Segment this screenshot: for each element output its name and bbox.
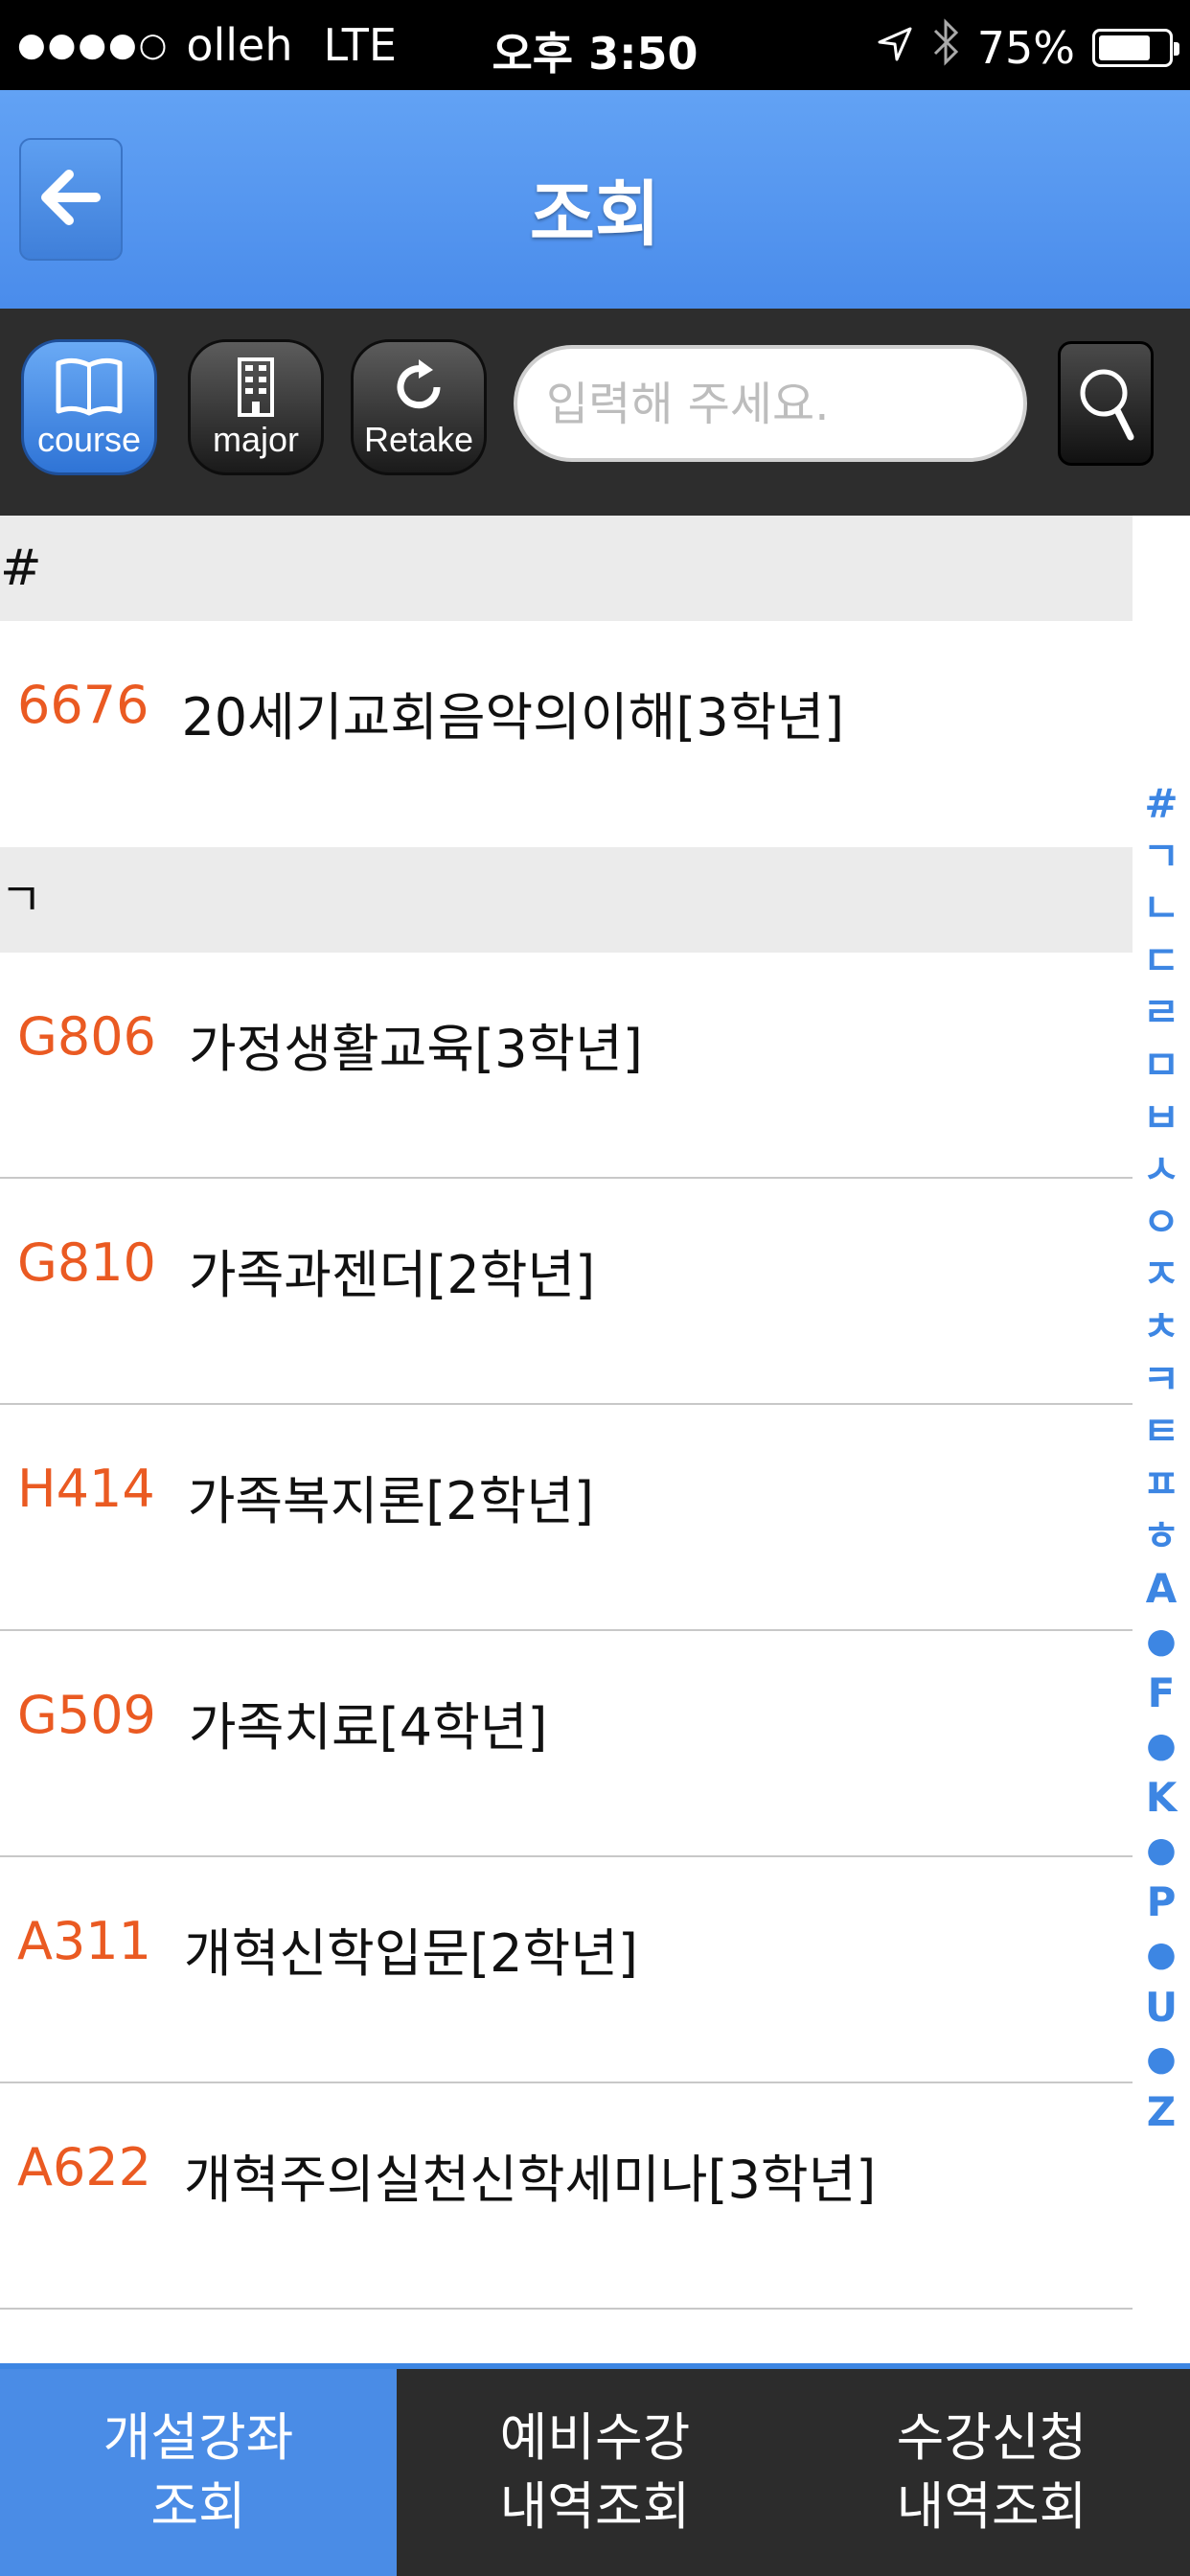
- index-letter[interactable]: ㅍ: [1136, 1459, 1186, 1511]
- course-title: 가족과젠더[2학년]: [188, 1245, 596, 1305]
- course-code: G509: [17, 1685, 156, 1745]
- location-icon: [876, 22, 914, 74]
- index-letter[interactable]: ㄹ: [1136, 987, 1186, 1040]
- search-icon: [1075, 360, 1136, 447]
- major-label: major: [212, 420, 300, 459]
- index-letter[interactable]: ㄷ: [1136, 935, 1186, 988]
- index-dot[interactable]: ●: [1136, 1616, 1186, 1668]
- tab-registration-history[interactable]: 수강신청 내역조회: [793, 2369, 1190, 2576]
- index-dot[interactable]: ●: [1136, 1720, 1186, 1773]
- tab-pre-registration[interactable]: 예비수강 내역조회: [397, 2369, 793, 2576]
- course-label: course: [36, 420, 142, 459]
- index-letter[interactable]: ㅇ: [1136, 1197, 1186, 1250]
- battery-icon: [1092, 28, 1179, 67]
- index-letter[interactable]: F: [1136, 1668, 1186, 1720]
- list-item[interactable]: A622 개혁주의실천신학세미나[3학년]: [0, 2083, 1133, 2310]
- index-letter[interactable]: ㅋ: [1136, 1354, 1186, 1407]
- course-list: # 6676 20세기교회음악의이해[3학년] ㄱ G806 가정생활교육[3학…: [0, 516, 1133, 2310]
- course-code: A622: [17, 2137, 152, 2197]
- major-button[interactable]: major: [188, 339, 324, 475]
- retake-label: Retake: [363, 420, 474, 459]
- index-dot[interactable]: ●: [1136, 2034, 1186, 2086]
- index-letter[interactable]: ㅅ: [1136, 1144, 1186, 1197]
- course-title: 개혁신학입문[2학년]: [184, 1923, 638, 1984]
- index-dot[interactable]: ●: [1136, 1929, 1186, 1982]
- index-letter[interactable]: #: [1136, 778, 1186, 831]
- tab-label-line1: 개설강좌: [103, 2407, 294, 2468]
- index-letter[interactable]: ㄱ: [1136, 831, 1186, 884]
- retake-button[interactable]: Retake: [351, 339, 487, 475]
- course-title: 20세기교회음악의이해[3학년]: [181, 687, 845, 748]
- bluetooth-icon: [931, 17, 960, 78]
- status-right: 75%: [876, 17, 1179, 78]
- index-letter[interactable]: ㅂ: [1136, 1092, 1186, 1145]
- page-title: 조회: [529, 173, 661, 256]
- tab-course-offerings[interactable]: 개설강좌 조회: [0, 2369, 397, 2576]
- search-input[interactable]: [544, 349, 998, 460]
- index-letter[interactable]: A: [1136, 1563, 1186, 1616]
- list-item[interactable]: G509 가족치료[4학년]: [0, 1631, 1133, 1857]
- index-letter[interactable]: ㅎ: [1136, 1510, 1186, 1563]
- toolbar: course major Retake: [0, 309, 1190, 516]
- index-letter[interactable]: U: [1136, 1982, 1186, 2035]
- index-letter[interactable]: ㅁ: [1136, 1040, 1186, 1092]
- index-letter[interactable]: Z: [1136, 2086, 1186, 2139]
- index-letter[interactable]: ㅈ: [1136, 1249, 1186, 1301]
- search-button[interactable]: [1058, 341, 1154, 466]
- course-code: H414: [17, 1459, 155, 1519]
- section-header-label: ㄱ: [0, 873, 43, 927]
- tab-label-line2: 내역조회: [896, 2476, 1087, 2537]
- nav-bar: 조회: [0, 90, 1190, 309]
- search-box: [514, 345, 1027, 462]
- index-letter[interactable]: ㅊ: [1136, 1301, 1186, 1354]
- index-letter[interactable]: ㅌ: [1136, 1406, 1186, 1459]
- course-button[interactable]: course: [21, 339, 157, 475]
- course-code: G810: [17, 1232, 156, 1293]
- index-letter[interactable]: K: [1136, 1772, 1186, 1825]
- course-title: 가족치료[4학년]: [188, 1697, 548, 1758]
- section-header: ㄱ: [0, 847, 1133, 953]
- course-title: 개혁주의실천신학세미나[3학년]: [184, 2150, 877, 2210]
- tab-label-line1: 예비수강: [499, 2407, 691, 2468]
- course-code: A311: [17, 1911, 152, 1971]
- tab-label-line2: 조회: [150, 2476, 246, 2537]
- tab-bar: 개설강좌 조회 예비수강 내역조회 수강신청 내역조회: [0, 2363, 1190, 2576]
- list-item[interactable]: G810 가족과젠더[2학년]: [0, 1179, 1133, 1405]
- course-title: 가족복지론[2학년]: [187, 1471, 594, 1531]
- status-bar: ●●●●○ olleh LTE 오후 3:50 75%: [0, 0, 1190, 90]
- list-item[interactable]: H414 가족복지론[2학년]: [0, 1405, 1133, 1631]
- index-letter[interactable]: P: [1136, 1876, 1186, 1929]
- list-item[interactable]: A311 개혁신학입문[2학년]: [0, 1857, 1133, 2083]
- index-dot[interactable]: ●: [1136, 1825, 1186, 1877]
- course-title: 가정생활교육[3학년]: [188, 1019, 643, 1079]
- list-item[interactable]: G806 가정생활교육[3학년]: [0, 953, 1133, 1179]
- tab-label-line1: 수강신청: [896, 2407, 1087, 2468]
- course-code: G806: [17, 1006, 156, 1067]
- section-header: #: [0, 516, 1133, 621]
- battery-percent: 75%: [976, 21, 1075, 74]
- index-letter[interactable]: ㄴ: [1136, 883, 1186, 935]
- list-item[interactable]: 6676 20세기교회음악의이해[3학년]: [0, 621, 1133, 847]
- tab-label-line2: 내역조회: [499, 2476, 691, 2537]
- course-code: 6676: [17, 675, 149, 735]
- section-index-bar[interactable]: # ㄱㄴㄷㄹㅁㅂㅅㅇㅈㅊㅋㅌㅍㅎ A ● F ● K ● P ● U ● Z: [1136, 778, 1186, 2138]
